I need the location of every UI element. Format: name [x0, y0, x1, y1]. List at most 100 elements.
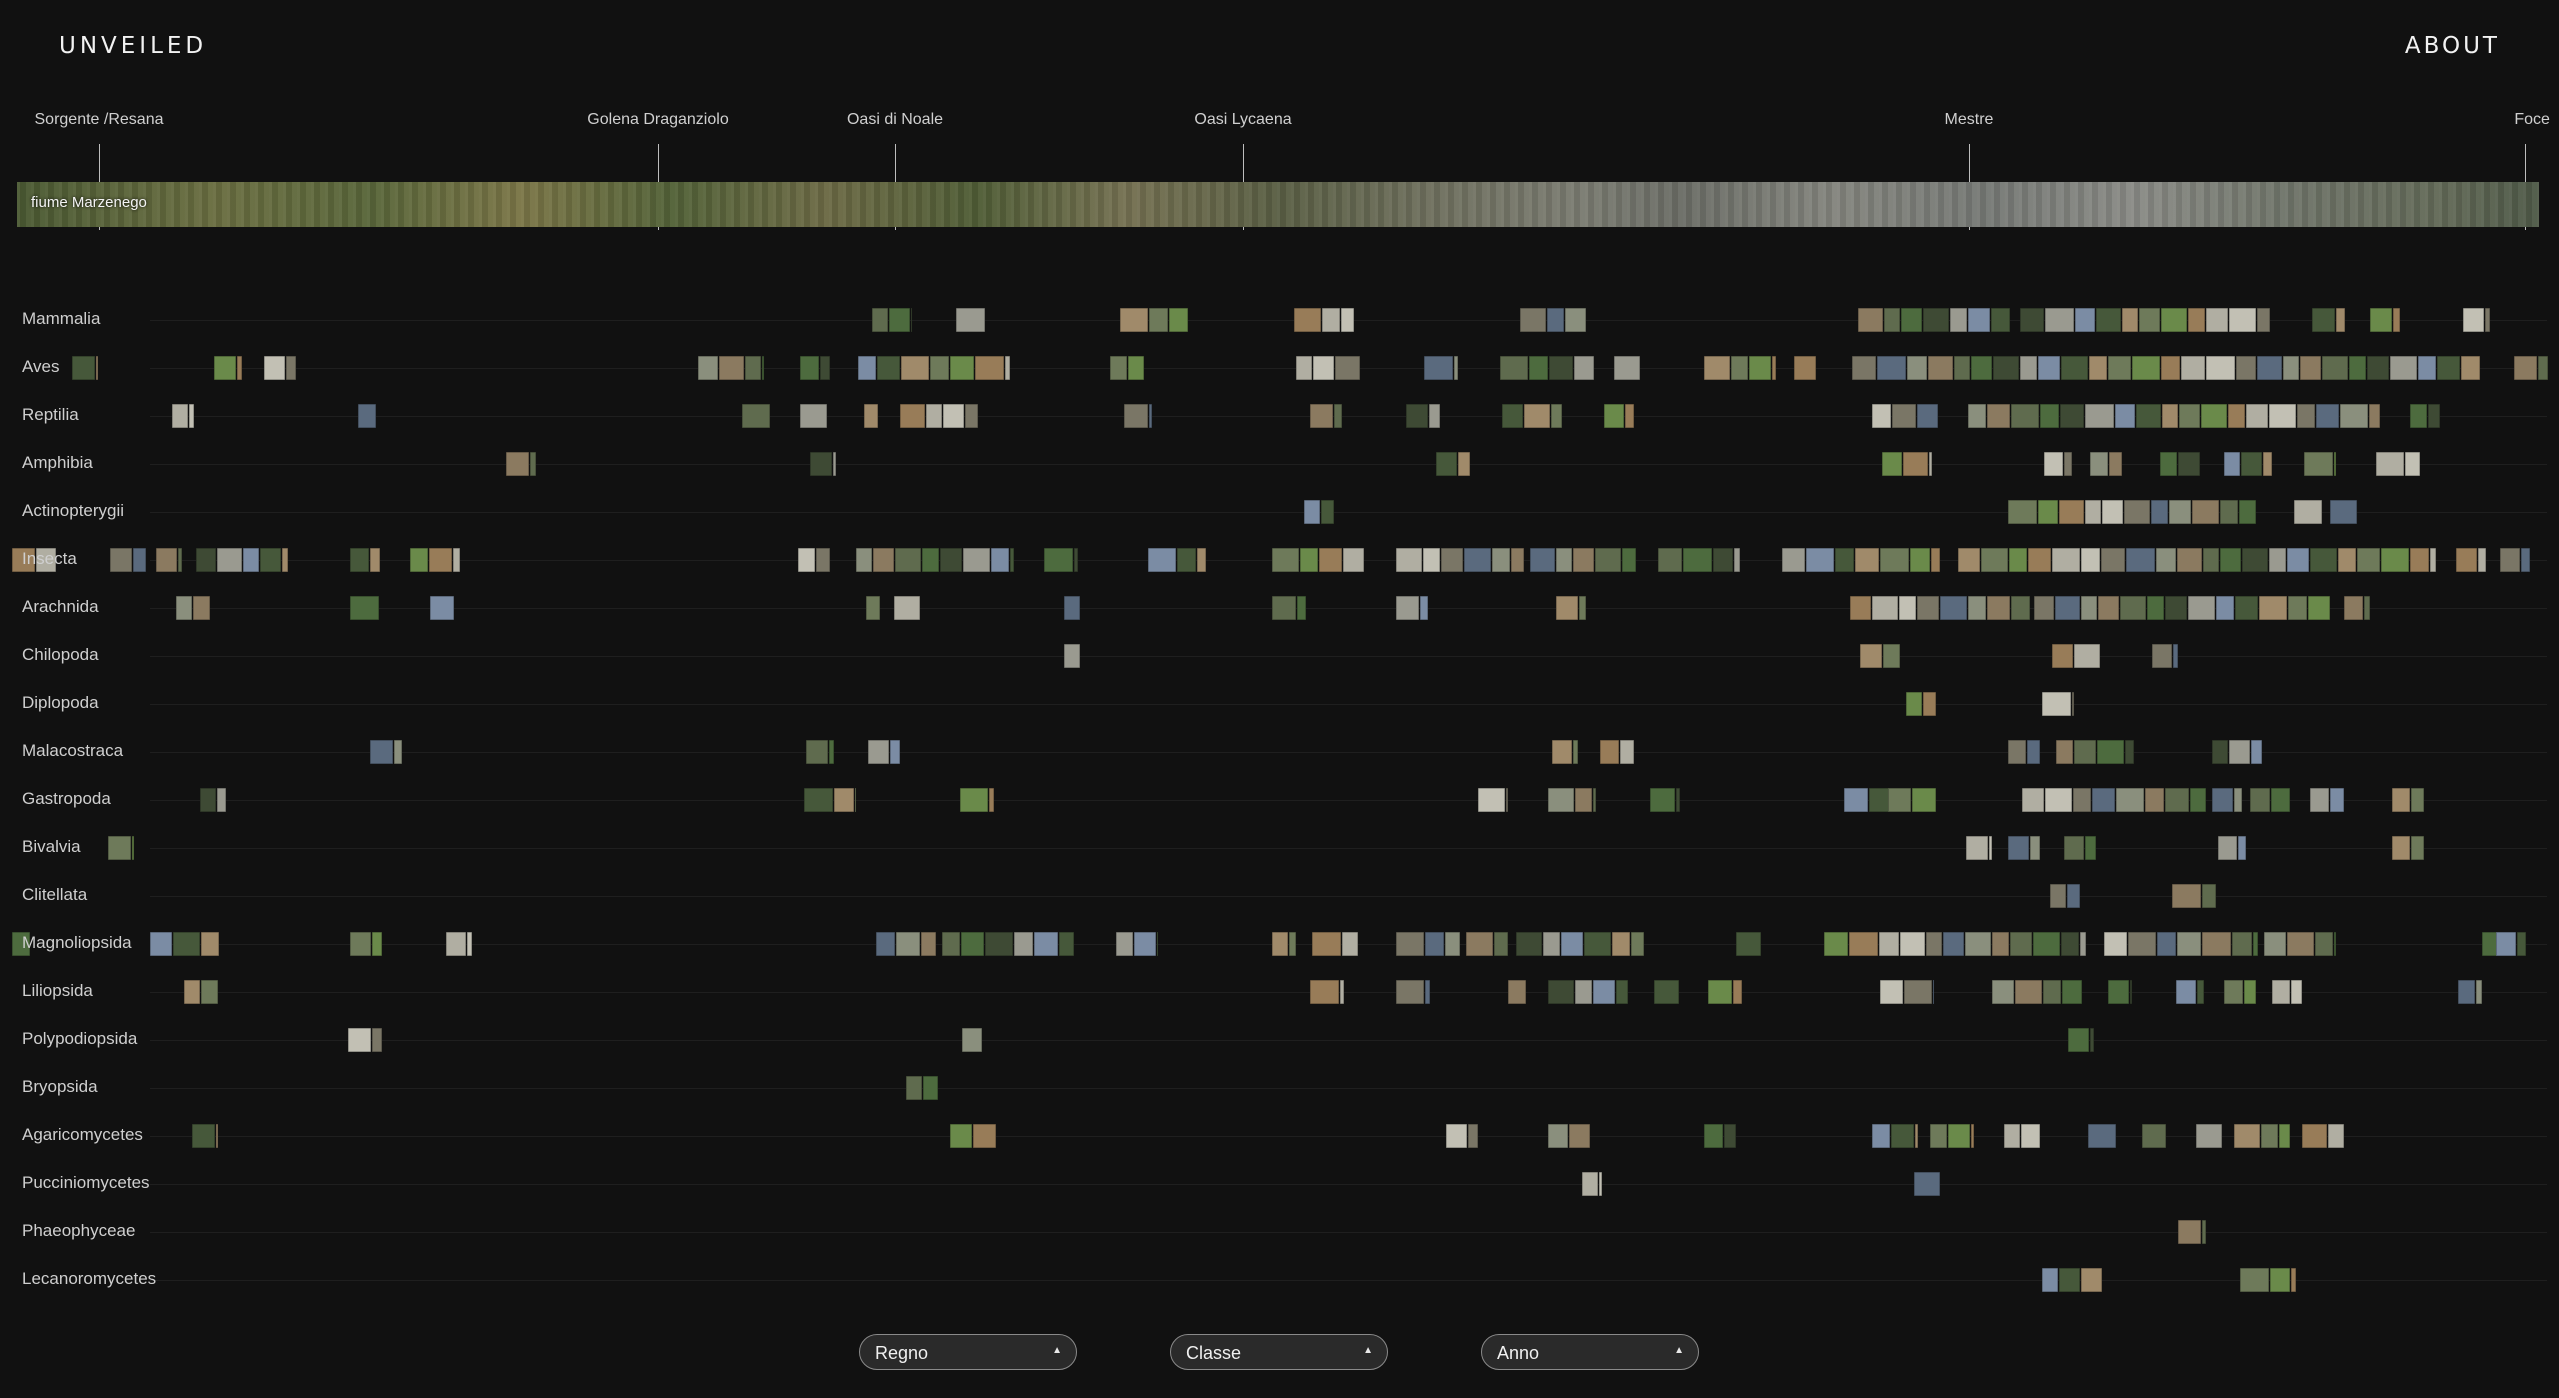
observation-thumbnail[interactable]	[2145, 788, 2164, 812]
observation-thumbnail[interactable]	[193, 596, 210, 620]
observation-thumbnail[interactable]	[2234, 1124, 2260, 1148]
observation-thumbnail[interactable]	[2055, 596, 2080, 620]
observation-thumbnail[interactable]	[2310, 788, 2329, 812]
observation-thumbnail[interactable]	[1614, 356, 1640, 380]
observation-thumbnail[interactable]	[2304, 452, 2333, 476]
class-label[interactable]: Reptilia	[22, 405, 79, 425]
observation-thumbnail[interactable]	[1520, 308, 1546, 332]
observation-thumbnail[interactable]	[1912, 788, 1936, 812]
observation-thumbnail[interactable]	[2178, 452, 2200, 476]
observation-thumbnail[interactable]	[2139, 308, 2160, 332]
class-label[interactable]: Malacostraca	[22, 741, 123, 761]
observation-thumbnail[interactable]	[2334, 452, 2336, 476]
observation-thumbnail[interactable]	[2044, 452, 2063, 476]
observation-thumbnail[interactable]	[1880, 980, 1903, 1004]
observation-thumbnail[interactable]	[2228, 404, 2245, 428]
observation-thumbnail[interactable]	[2220, 548, 2241, 572]
observation-thumbnail[interactable]	[834, 788, 854, 812]
observation-thumbnail[interactable]	[906, 1076, 922, 1100]
observation-thumbnail[interactable]	[2010, 932, 2032, 956]
observation-thumbnail[interactable]	[2437, 356, 2460, 380]
observation-thumbnail[interactable]	[1552, 740, 1572, 764]
observation-thumbnail[interactable]	[2021, 1124, 2040, 1148]
observation-thumbnail[interactable]	[2410, 404, 2427, 428]
observation-thumbnail[interactable]	[2334, 932, 2336, 956]
observation-thumbnail[interactable]	[192, 1124, 215, 1148]
observation-thumbnail[interactable]	[2092, 788, 2115, 812]
observation-thumbnail[interactable]	[1556, 548, 1572, 572]
observation-thumbnail[interactable]	[1849, 932, 1878, 956]
observation-thumbnail[interactable]	[2336, 308, 2345, 332]
brand-logo[interactable]: UNVEILED	[59, 33, 207, 59]
class-label[interactable]: Bryopsida	[22, 1077, 98, 1097]
observation-thumbnail[interactable]	[1584, 932, 1611, 956]
observation-thumbnail[interactable]	[172, 404, 188, 428]
river-satellite-strip[interactable]: fiume Marzenego	[17, 182, 2539, 227]
observation-thumbnail[interactable]	[1906, 692, 1922, 716]
class-label[interactable]: Liliopsida	[22, 981, 93, 1001]
observation-thumbnail[interactable]	[1676, 788, 1680, 812]
observation-thumbnail[interactable]	[2428, 404, 2440, 428]
observation-thumbnail[interactable]	[2240, 1268, 2269, 1292]
observation-thumbnail[interactable]	[745, 356, 761, 380]
observation-thumbnail[interactable]	[2496, 932, 2516, 956]
observation-thumbnail[interactable]	[2291, 1268, 2296, 1292]
observation-thumbnail[interactable]	[2126, 548, 2155, 572]
observation-thumbnail[interactable]	[2370, 308, 2392, 332]
observation-thumbnail[interactable]	[1708, 980, 1732, 1004]
observation-thumbnail[interactable]	[2030, 836, 2040, 860]
observation-thumbnail[interactable]	[2181, 356, 2205, 380]
observation-thumbnail[interactable]	[1987, 404, 2010, 428]
observation-thumbnail[interactable]	[370, 548, 380, 572]
observation-thumbnail[interactable]	[1824, 932, 1848, 956]
observation-thumbnail[interactable]	[1502, 404, 1523, 428]
observation-thumbnail[interactable]	[1855, 548, 1879, 572]
observation-thumbnail[interactable]	[1981, 548, 2008, 572]
observation-thumbnail[interactable]	[2052, 644, 2073, 668]
observation-thumbnail[interactable]	[930, 356, 949, 380]
observation-thumbnail[interactable]	[2178, 1220, 2201, 1244]
observation-thumbnail[interactable]	[922, 548, 939, 572]
observation-thumbnail[interactable]	[1335, 356, 1360, 380]
observation-thumbnail[interactable]	[1616, 980, 1628, 1004]
observation-thumbnail[interactable]	[1901, 308, 1922, 332]
observation-thumbnail[interactable]	[2308, 596, 2330, 620]
class-label[interactable]: Chilopoda	[22, 645, 99, 665]
observation-thumbnail[interactable]	[2263, 452, 2272, 476]
observation-thumbnail[interactable]	[923, 1076, 938, 1100]
observation-thumbnail[interactable]	[1396, 548, 1422, 572]
observation-thumbnail[interactable]	[1954, 356, 1970, 380]
observation-thumbnail[interactable]	[1124, 404, 1148, 428]
observation-thumbnail[interactable]	[2322, 356, 2348, 380]
observation-thumbnail[interactable]	[1549, 356, 1573, 380]
observation-thumbnail[interactable]	[1310, 404, 1333, 428]
observation-thumbnail[interactable]	[1968, 596, 1986, 620]
observation-thumbnail[interactable]	[150, 932, 172, 956]
observation-thumbnail[interactable]	[975, 356, 1004, 380]
observation-thumbnail[interactable]	[1904, 980, 1932, 1004]
observation-thumbnail[interactable]	[866, 596, 880, 620]
observation-thumbnail[interactable]	[973, 1124, 996, 1148]
observation-thumbnail[interactable]	[1968, 308, 1990, 332]
observation-thumbnail[interactable]	[506, 452, 529, 476]
observation-thumbnail[interactable]	[1508, 980, 1526, 1004]
observation-thumbnail[interactable]	[1436, 452, 1457, 476]
observation-thumbnail[interactable]	[2173, 644, 2178, 668]
observation-thumbnail[interactable]	[2172, 884, 2201, 908]
observation-thumbnail[interactable]	[2232, 932, 2252, 956]
observation-thumbnail[interactable]	[2224, 980, 2243, 1004]
observation-thumbnail[interactable]	[2151, 500, 2168, 524]
filter-regno-select[interactable]: Regno ▲	[859, 1334, 1077, 1370]
observation-thumbnail[interactable]	[2040, 404, 2059, 428]
observation-thumbnail[interactable]	[410, 548, 428, 572]
observation-thumbnail[interactable]	[2060, 404, 2084, 428]
observation-thumbnail[interactable]	[798, 548, 815, 572]
observation-thumbnail[interactable]	[2224, 452, 2240, 476]
observation-thumbnail[interactable]	[900, 404, 925, 428]
observation-thumbnail[interactable]	[856, 548, 872, 572]
class-label[interactable]: Actinopterygii	[22, 501, 124, 521]
observation-thumbnail[interactable]	[2244, 980, 2256, 1004]
observation-thumbnail[interactable]	[2478, 548, 2486, 572]
class-label[interactable]: Aves	[22, 357, 60, 377]
observation-thumbnail[interactable]	[184, 980, 200, 1004]
